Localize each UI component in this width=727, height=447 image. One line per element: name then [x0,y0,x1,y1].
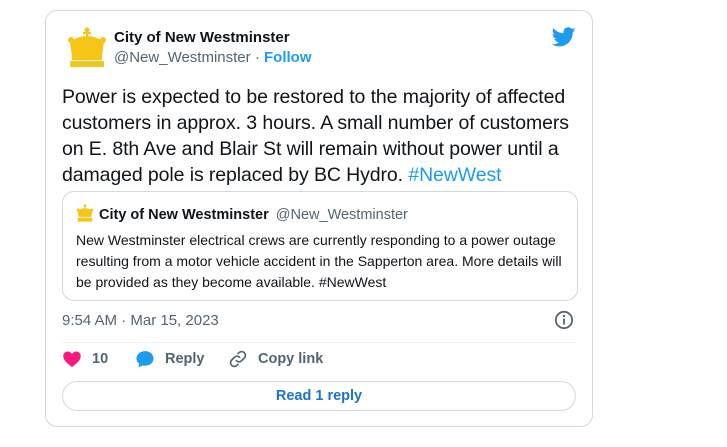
crown-icon [76,204,94,222]
author-handle-row: @New_Westminster · Follow [114,49,312,66]
divider [62,342,576,343]
heart-icon [63,351,81,367]
author-name[interactable]: City of New Westminster [114,29,290,46]
embedded-tweet-card: City of New Westminster @New_Westminster… [45,10,593,427]
separator-dot: · [254,49,260,66]
read-replies-button[interactable]: Read 1 reply [62,381,576,411]
info-icon[interactable] [554,310,574,330]
crown-icon[interactable] [66,26,108,68]
reply-button[interactable]: Reply [135,349,205,369]
copy-link-button[interactable]: Copy link [228,349,323,369]
follow-button[interactable]: Follow [264,49,312,66]
author-handle[interactable]: @New_Westminster [114,49,251,66]
reply-bubble-icon [136,351,154,368]
tweet-timestamp[interactable]: 9:54 AM · Mar 15, 2023 [62,312,219,329]
quoted-tweet[interactable]: City of New Westminster @New_Westminster… [62,191,578,301]
quoted-author: City of New Westminster @New_Westminster [99,207,408,223]
like-count: 10 [92,351,109,367]
like-button[interactable]: 10 [62,349,108,369]
quoted-author-name: City of New Westminster [99,207,269,223]
copy-link-label: Copy link [258,351,324,367]
tweet-text: Power is expected to be restored to the … [62,84,582,188]
reply-label: Reply [165,351,205,367]
link-icon [229,350,247,368]
quoted-tweet-text: New Westminster electrical crews are cur… [76,232,562,290]
hashtag-link[interactable]: #NewWest [408,164,501,186]
twitter-bird-icon[interactable] [552,25,576,49]
quoted-author-handle: @New_Westminster [275,207,408,223]
